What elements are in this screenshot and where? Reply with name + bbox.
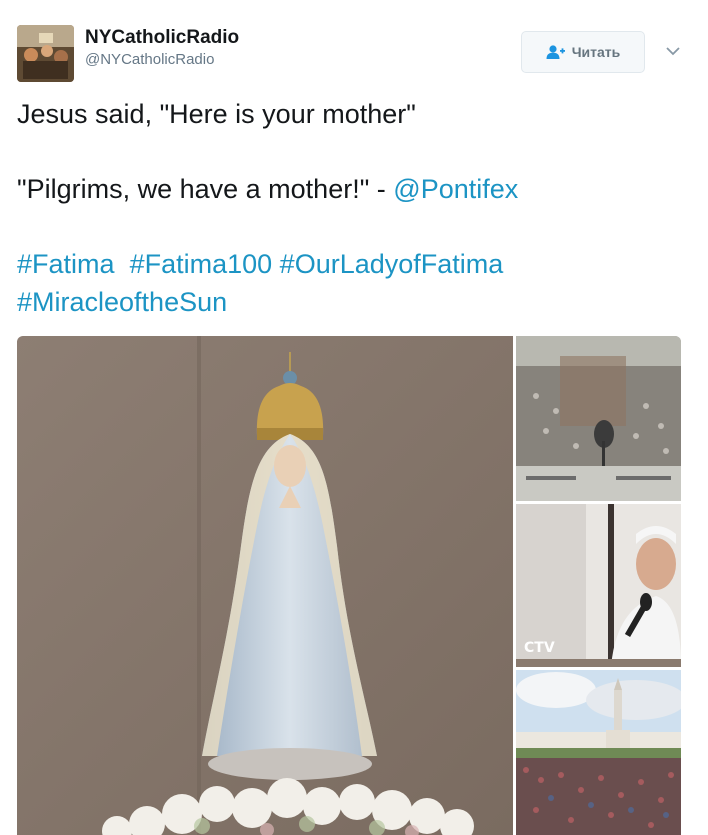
hashtag-link[interactable]: #Fatima100	[130, 249, 273, 279]
tweet-line-2: "Pilgrims, we have a mother!" - @Pontife…	[17, 171, 687, 209]
follow-label: Читать	[571, 44, 621, 60]
media-photo-pope[interactable]: CTV	[516, 504, 681, 667]
screen-name[interactable]: @NYCatholicRadio	[85, 50, 239, 70]
media-photo-crowd-microphone[interactable]	[516, 336, 681, 501]
tweet-text: Jesus said, "Here is your mother" "Pilgr…	[17, 96, 687, 321]
tweet-line-1: Jesus said, "Here is your mother"	[17, 99, 416, 129]
hashtag-link[interactable]: #Fatima	[17, 249, 115, 279]
mention-link[interactable]: @Pontifex	[393, 174, 518, 204]
add-user-icon	[546, 44, 566, 60]
author-names: NYCatholicRadio @NYCatholicRadio	[85, 26, 239, 70]
quote-text: "Pilgrims, we have a mother!" -	[17, 174, 394, 204]
hashtag-link[interactable]: #MiracleoftheSun	[17, 287, 227, 317]
media-grid: CTV	[17, 336, 681, 835]
chevron-down-icon[interactable]	[663, 41, 683, 61]
display-name[interactable]: NYCatholicRadio	[85, 26, 239, 50]
hashtags-line-2: #MiracleoftheSun	[17, 284, 687, 322]
avatar[interactable]	[17, 25, 74, 82]
hashtag-link[interactable]: #OurLadyofFatima	[280, 249, 504, 279]
media-photo-basilica[interactable]	[516, 670, 681, 835]
hashtags-line-1: #Fatima #Fatima100 #OurLadyofFatima	[17, 246, 687, 284]
ctv-watermark: CTV	[524, 640, 555, 656]
media-photo-statue[interactable]	[17, 336, 513, 835]
follow-button[interactable]: Читать	[521, 31, 645, 73]
tweet-header: NYCatholicRadio @NYCatholicRadio Читать	[17, 23, 691, 83]
